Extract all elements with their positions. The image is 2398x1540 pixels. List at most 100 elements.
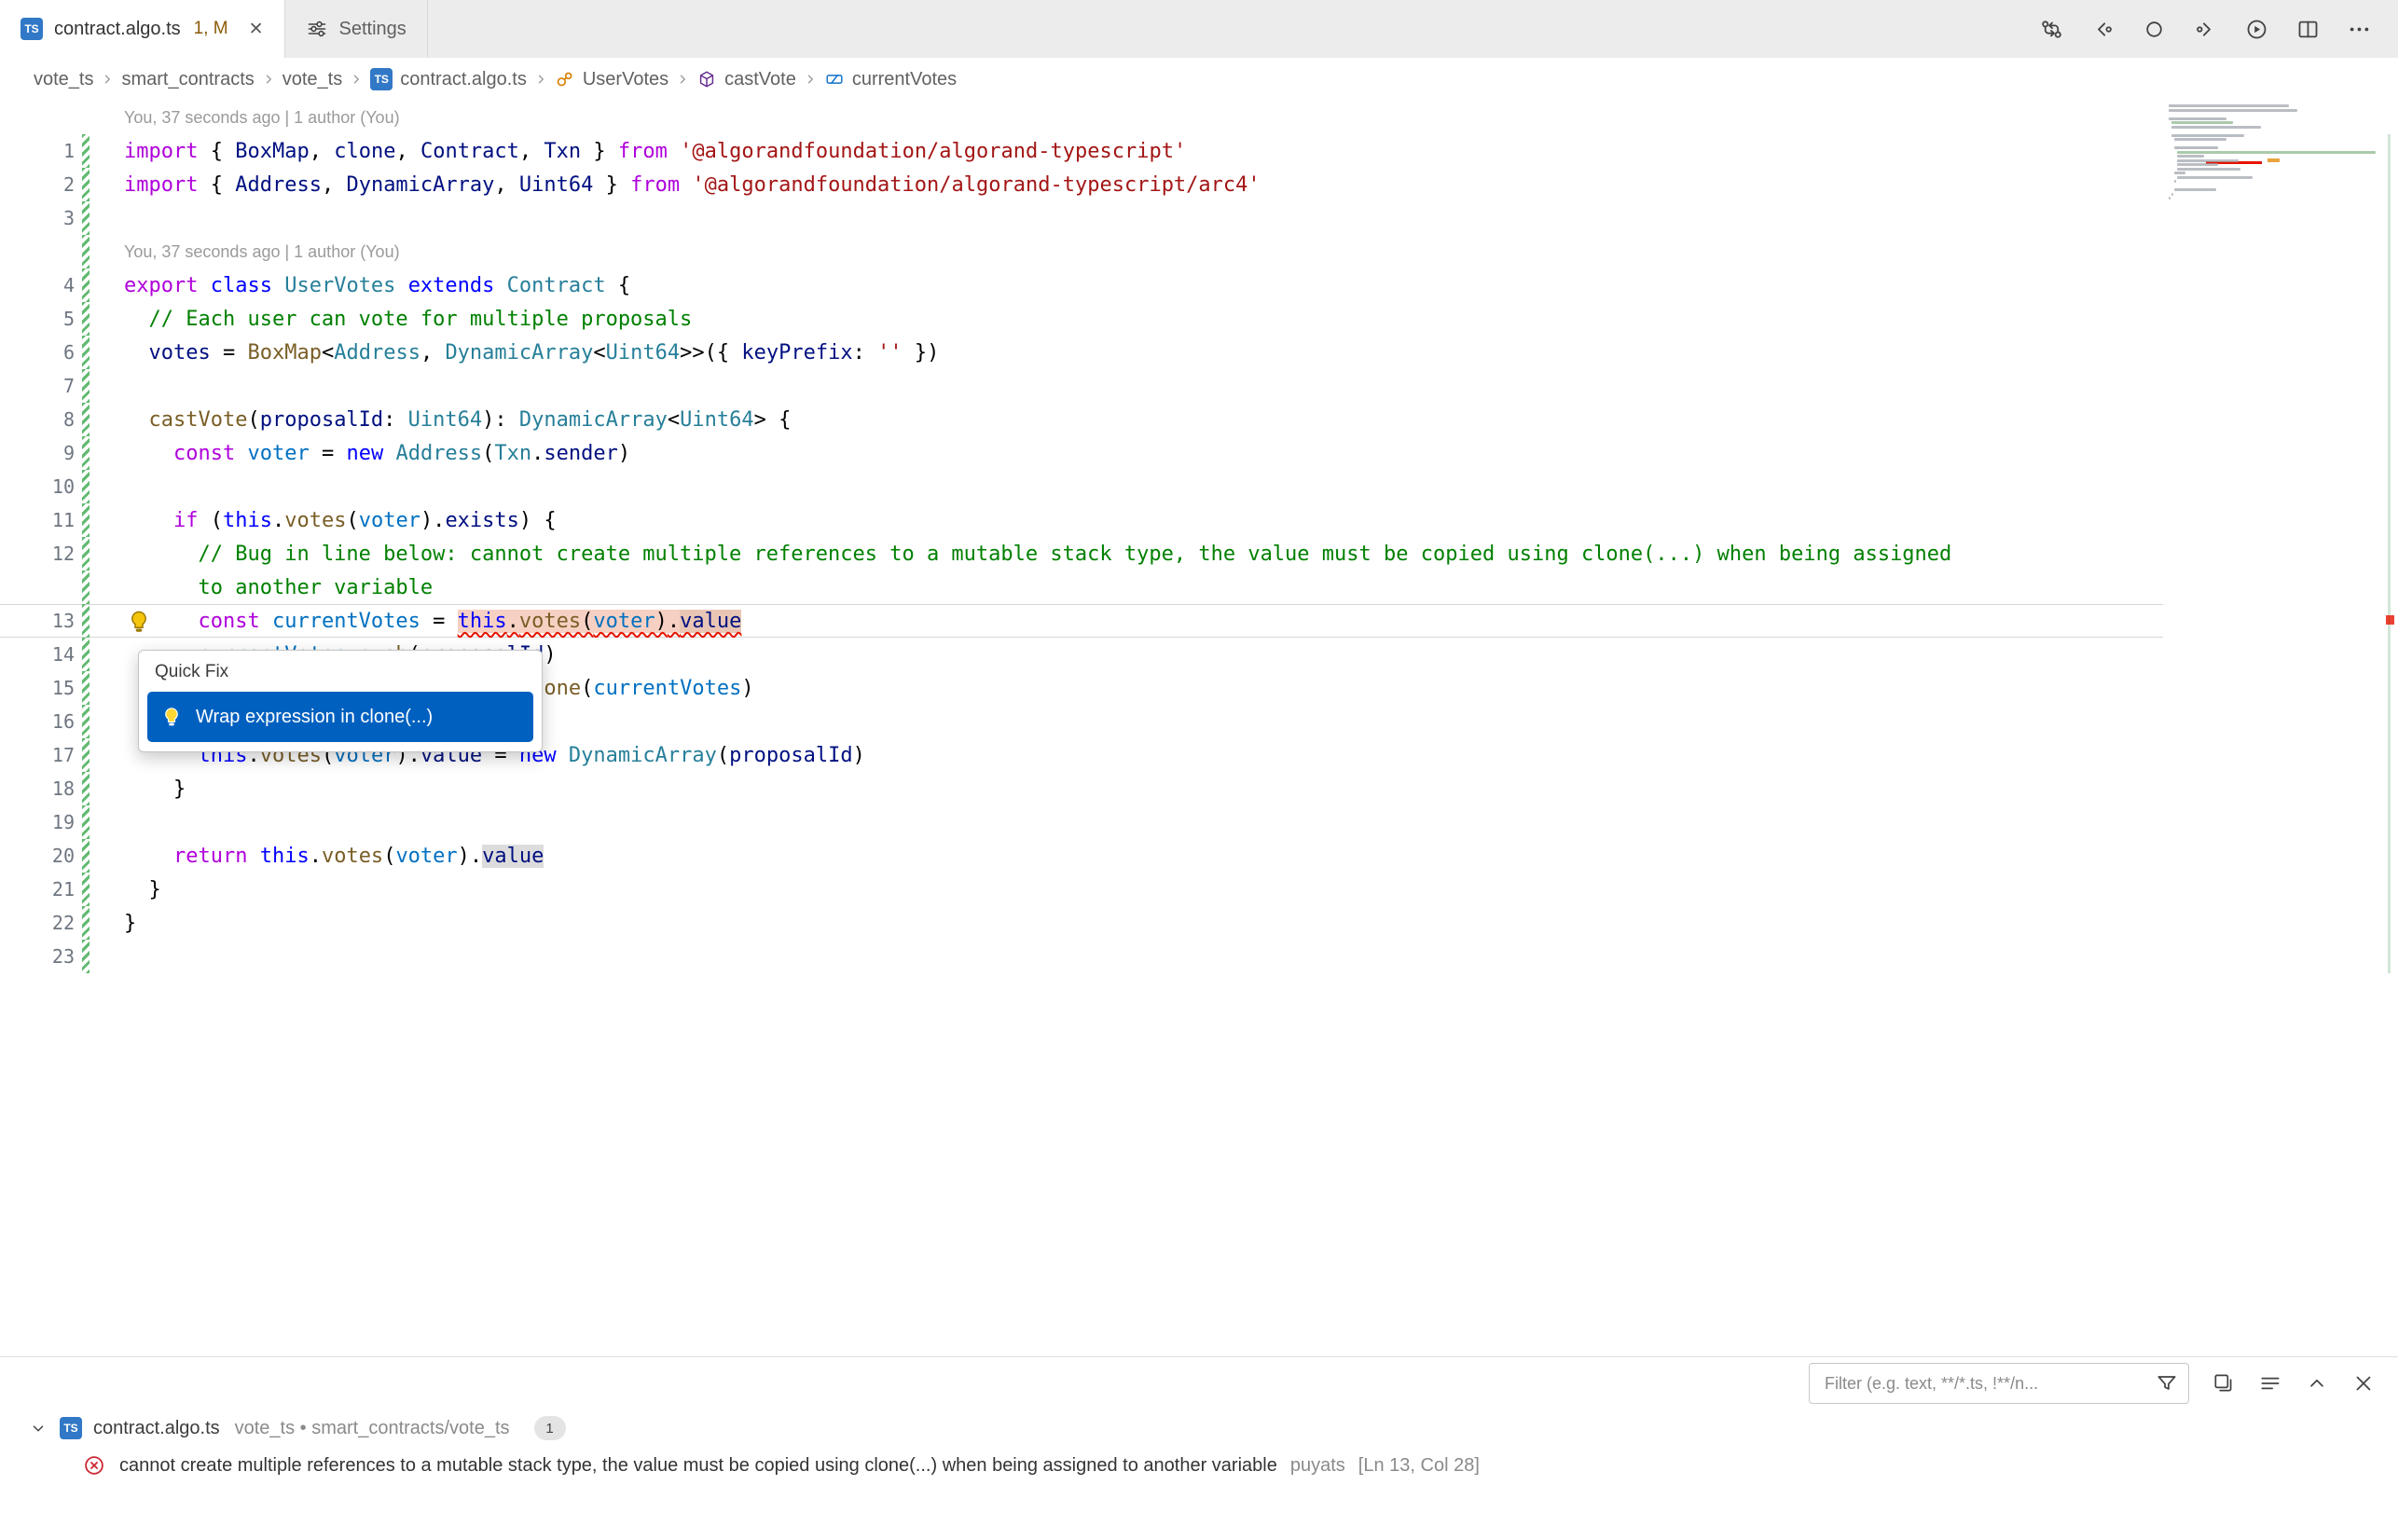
close-panel-icon[interactable] [2351, 1371, 2376, 1396]
close-tab-icon[interactable]: ✕ [249, 19, 264, 40]
line-number[interactable]: 1 [0, 140, 75, 162]
breadcrumb-item-vote-ts[interactable]: vote_ts [283, 69, 342, 90]
code-row[interactable]: 9 const voter = new Address(Txn.sender) [0, 436, 2163, 470]
line-number[interactable]: 8 [0, 408, 75, 431]
split-editor-icon[interactable] [2295, 17, 2321, 42]
ts-file-icon: TS [21, 18, 43, 40]
breadcrumb-item-currentvotes[interactable]: currentVotes [824, 69, 957, 90]
codelens-label[interactable]: You, 37 seconds ago | 1 author (You) [124, 242, 400, 262]
problems-count-badge: 1 [534, 1416, 566, 1440]
line-number[interactable]: 14 [0, 643, 75, 666]
maximize-panel-icon[interactable] [2305, 1371, 2329, 1396]
line-number[interactable]: 3 [0, 207, 75, 229]
line-number[interactable]: 22 [0, 912, 75, 934]
editor-tab-contract-algo-ts[interactable]: TScontract.algo.ts1, M✕ [0, 0, 285, 58]
code-row[interactable]: 11 if (this.votes(voter).exists) { [0, 503, 2163, 537]
changes-icon[interactable] [2142, 17, 2167, 42]
ruler-error-mark [2386, 615, 2394, 625]
class-icon [555, 69, 575, 89]
filter-icon [2155, 1371, 2179, 1396]
code-row[interactable]: 21 } [0, 873, 2163, 906]
code-row[interactable]: 5 // Each user can vote for multiple pro… [0, 302, 2163, 336]
code-row[interactable]: 4export class UserVotes extends Contract… [0, 268, 2163, 302]
code-row[interactable]: 3 [0, 201, 2163, 235]
codelens-label[interactable]: You, 37 seconds ago | 1 author (You) [124, 108, 400, 128]
code-row[interactable]: 19 [0, 805, 2163, 839]
line-number[interactable]: 15 [0, 677, 75, 699]
line-number[interactable]: 4 [0, 274, 75, 296]
gutter-added-marker [82, 638, 90, 671]
code-row[interactable]: 23 [0, 940, 2163, 973]
problems-error-row[interactable]: cannot create multiple references to a m… [0, 1447, 2398, 1484]
line-number[interactable]: 7 [0, 375, 75, 397]
minimap-line [2171, 193, 2173, 196]
line-number[interactable]: 21 [0, 878, 75, 901]
line-number[interactable]: 2 [0, 173, 75, 196]
minimap-line [2171, 134, 2244, 137]
code-row[interactable]: 13 const currentVotes = this.votes(voter… [0, 604, 2163, 638]
problems-filter-input[interactable] [1823, 1373, 2155, 1395]
codelens-row[interactable]: You, 37 seconds ago | 1 author (You) [0, 235, 2163, 268]
previous-change-icon[interactable] [2090, 17, 2115, 42]
problems-file-row[interactable]: TS contract.algo.ts vote_ts • smart_cont… [0, 1409, 2398, 1447]
code-row[interactable]: 6 votes = BoxMap<Address, DynamicArray<U… [0, 336, 2163, 369]
line-number[interactable]: 6 [0, 341, 75, 364]
codelens-row[interactable]: You, 37 seconds ago | 1 author (You) [0, 101, 2163, 134]
code-row[interactable]: 22} [0, 906, 2163, 940]
line-number[interactable]: 10 [0, 475, 75, 498]
editor-tab-settings[interactable]: Settings [285, 0, 428, 58]
run-icon[interactable] [2244, 17, 2269, 42]
line-number[interactable]: 12 [0, 543, 75, 565]
collapse-all-icon[interactable] [2258, 1371, 2282, 1396]
breadcrumb-item-vote-ts[interactable]: vote_ts [34, 69, 93, 90]
code-row[interactable]: 12 // Bug in line below: cannot create m… [0, 537, 2163, 571]
quick-fix-action[interactable]: Wrap expression in clone(...) [147, 692, 533, 742]
code-text: const voter = new Address(Txn.sender) [124, 442, 630, 465]
line-number[interactable]: 16 [0, 710, 75, 733]
code-row[interactable]: 8 castVote(proposalId: Uint64): DynamicA… [0, 403, 2163, 436]
breadcrumb-label: vote_ts [283, 69, 342, 90]
line-number[interactable]: 23 [0, 945, 75, 968]
minimap-line [2174, 138, 2226, 141]
overview-ruler [2383, 101, 2398, 1357]
gutter-added-marker [82, 537, 90, 571]
next-change-icon[interactable] [2193, 17, 2218, 42]
line-number[interactable]: 20 [0, 845, 75, 867]
minimap-line [2177, 159, 2239, 162]
open-changes-icon[interactable] [2039, 17, 2064, 42]
breadcrumb-item-castvote[interactable]: castVote [696, 69, 796, 90]
code-row[interactable]: 10 [0, 470, 2163, 503]
minimap-line [2177, 168, 2240, 171]
line-number[interactable]: 19 [0, 811, 75, 833]
breadcrumb-item-uservotes[interactable]: UserVotes [555, 69, 668, 90]
line-number[interactable]: 18 [0, 777, 75, 800]
gutter-added-marker [82, 940, 90, 973]
breadcrumb-item-smart-contracts[interactable]: smart_contracts [121, 69, 254, 90]
chevron-down-icon[interactable] [28, 1418, 48, 1438]
view-as-table-icon[interactable] [2212, 1371, 2236, 1396]
code-row[interactable]: 7 [0, 369, 2163, 403]
code-row[interactable]: 20 return this.votes(voter).value [0, 839, 2163, 873]
code-row[interactable]: 18 } [0, 772, 2163, 805]
problems-filter[interactable] [1809, 1363, 2189, 1404]
minimap[interactable] [2163, 101, 2383, 1357]
more-actions-icon[interactable] [2347, 17, 2372, 42]
line-number[interactable]: 17 [0, 744, 75, 766]
line-number[interactable]: 13 [0, 610, 75, 632]
code-row[interactable]: 1import { BoxMap, clone, Contract, Txn }… [0, 134, 2163, 168]
bottom-panel: TS contract.algo.ts vote_ts • smart_cont… [0, 1356, 2398, 1540]
breadcrumb-item-contract-algo-ts[interactable]: TScontract.algo.ts [370, 68, 527, 90]
line-number[interactable]: 9 [0, 442, 75, 464]
lightbulb-icon[interactable] [125, 608, 153, 636]
code-wrap-row[interactable]: to another variable [0, 571, 2163, 604]
code-row[interactable]: 2import { Address, DynamicArray, Uint64 … [0, 168, 2163, 201]
minimap-line [2171, 121, 2233, 124]
tab-list: TScontract.algo.ts1, M✕Settings [0, 0, 428, 58]
line-number[interactable]: 11 [0, 509, 75, 531]
line-number[interactable]: 5 [0, 308, 75, 330]
code-editor: You, 37 seconds ago | 1 author (You) 1imp… [0, 101, 2398, 1357]
code-text: if (this.votes(voter).exists) { [124, 509, 557, 532]
gutter-added-marker [82, 336, 90, 369]
minimap-line [2169, 117, 2226, 120]
breadcrumb-label: smart_contracts [121, 69, 254, 90]
